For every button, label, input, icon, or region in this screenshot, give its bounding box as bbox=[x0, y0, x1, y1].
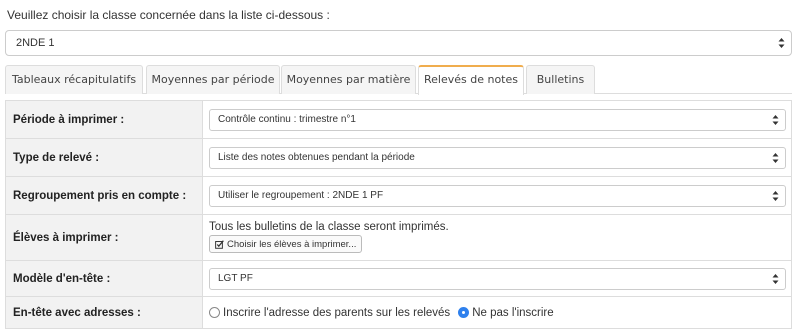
radio-inscrire-adresse[interactable] bbox=[209, 307, 220, 318]
tab-moyennes-par-periode[interactable]: Moyennes par période bbox=[146, 65, 280, 94]
tab-bulletins[interactable]: Bulletins bbox=[526, 65, 595, 94]
modele-select[interactable]: LGT PF bbox=[209, 268, 786, 290]
print-options-form: Période à imprimer : Contrôle continu : … bbox=[5, 100, 792, 329]
radio-inscrire-adresse-label[interactable]: Inscrire l'adresse des parents sur les r… bbox=[223, 307, 450, 319]
row-entete: En-tête avec adresses : Inscrire l'adres… bbox=[5, 297, 792, 329]
regroupement-label: Regroupement pris en compte : bbox=[6, 177, 203, 214]
tab-releves-de-notes[interactable]: Relevés de notes bbox=[418, 65, 524, 95]
type-releve-label: Type de relevé : bbox=[6, 139, 203, 176]
type-releve-select-value: Liste des notes obtenues pendant la péri… bbox=[218, 152, 415, 163]
type-releve-select[interactable]: Liste des notes obtenues pendant la péri… bbox=[209, 147, 786, 169]
modele-select-value: LGT PF bbox=[218, 273, 253, 284]
modele-label: Modèle d'en-tête : bbox=[6, 261, 203, 296]
row-eleves: Élèves à imprimer : Tous les bulletins d… bbox=[5, 215, 792, 261]
choose-students-button[interactable]: Choisir les élèves à imprimer... bbox=[209, 235, 363, 253]
select-arrows-icon bbox=[772, 153, 779, 163]
entete-label: En-tête avec adresses : bbox=[6, 297, 203, 328]
tab-moyennes-par-matiere[interactable]: Moyennes par matière bbox=[281, 65, 416, 94]
tab-bar: Tableaux récapitulatifs Moyennes par pér… bbox=[5, 65, 792, 95]
periode-select[interactable]: Contrôle continu : trimestre n°1 bbox=[209, 109, 786, 131]
select-arrows-icon bbox=[778, 38, 785, 48]
class-select-value: 2NDE 1 bbox=[16, 37, 55, 49]
radio-ne-pas-inscrire[interactable] bbox=[458, 307, 470, 318]
select-arrows-icon bbox=[772, 274, 779, 284]
tab-tableaux-recapitulatifs[interactable]: Tableaux récapitulatifs bbox=[5, 65, 143, 94]
choose-students-label: Choisir les élèves à imprimer... bbox=[227, 238, 357, 250]
periode-label: Période à imprimer : bbox=[6, 101, 203, 138]
row-type-releve: Type de relevé : Liste des notes obtenue… bbox=[5, 139, 792, 177]
regroupement-select[interactable]: Utiliser le regroupement : 2NDE 1 PF bbox=[209, 185, 786, 207]
eleves-label: Élèves à imprimer : bbox=[6, 215, 203, 260]
row-modele: Modèle d'en-tête : LGT PF bbox=[5, 261, 792, 297]
row-periode: Période à imprimer : Contrôle continu : … bbox=[5, 101, 792, 139]
select-arrows-icon bbox=[772, 191, 779, 201]
intro-text: Veuillez choisir la classe concernée dan… bbox=[7, 8, 330, 22]
row-regroupement: Regroupement pris en compte : Utiliser l… bbox=[5, 177, 792, 215]
class-select[interactable]: 2NDE 1 bbox=[5, 30, 792, 56]
regroupement-select-value: Utiliser le regroupement : 2NDE 1 PF bbox=[218, 190, 384, 201]
periode-select-value: Contrôle continu : trimestre n°1 bbox=[218, 114, 356, 125]
select-arrows-icon bbox=[772, 115, 779, 125]
radio-ne-pas-inscrire-label[interactable]: Ne pas l'inscrire bbox=[472, 307, 553, 319]
checkbox-edit-icon bbox=[215, 239, 224, 249]
eleves-info-text: Tous les bulletins de la classe seront i… bbox=[209, 221, 449, 233]
